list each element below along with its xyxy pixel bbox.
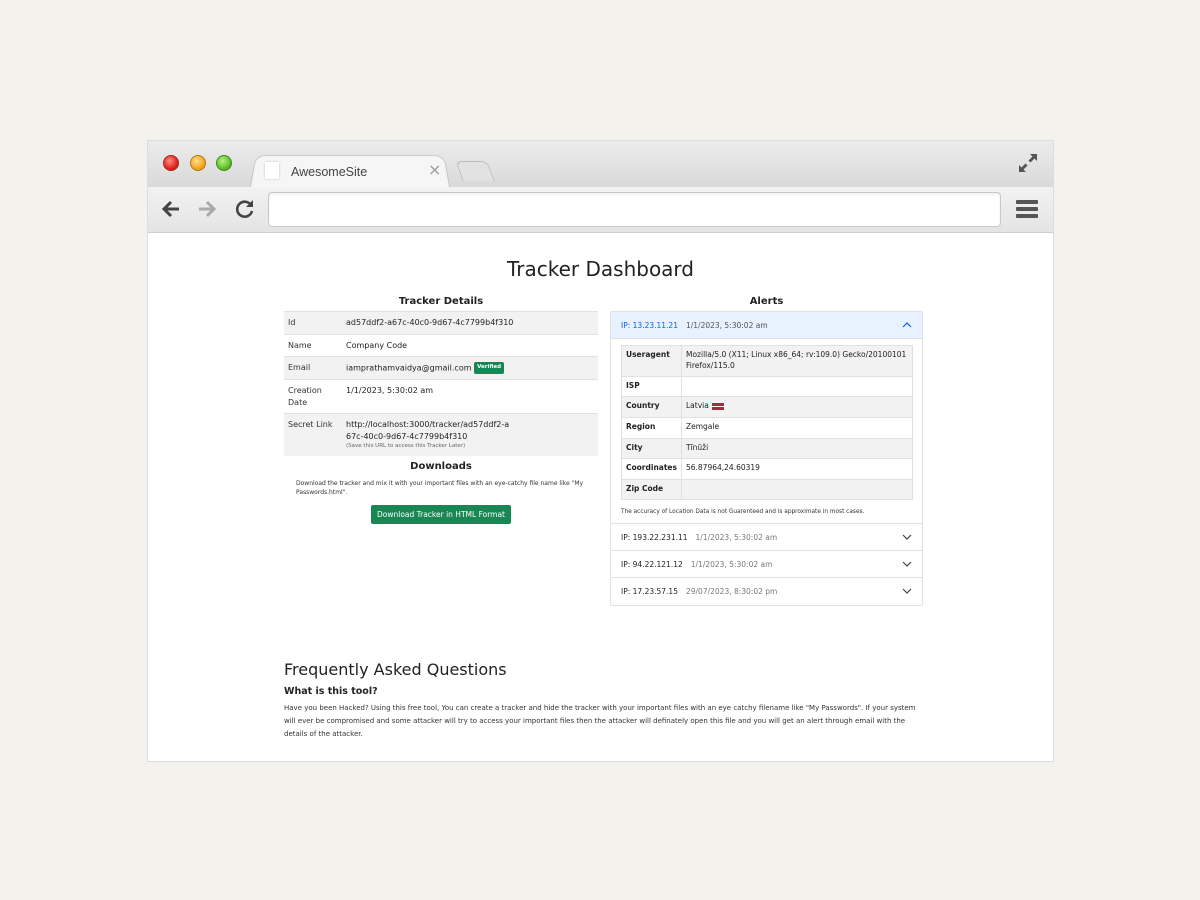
hamburger-menu-icon[interactable] bbox=[1016, 200, 1038, 219]
faq-question: What is this tool? bbox=[284, 686, 378, 697]
reload-icon[interactable] bbox=[234, 198, 256, 220]
alert-time: 1/1/2023, 5:30:02 am bbox=[695, 533, 778, 543]
page-content: Tracker Dashboard Tracker Details Id ad5… bbox=[148, 233, 1053, 761]
table-row: Country Latvia bbox=[621, 396, 914, 418]
chevron-down-icon bbox=[902, 561, 912, 568]
detail-value-cell: http://localhost:3000/tracker/ad57ddf2-a… bbox=[342, 413, 598, 456]
table-row: City Tīnūži bbox=[621, 437, 914, 460]
alert-value bbox=[680, 478, 914, 501]
detail-key: Id bbox=[284, 311, 342, 335]
alerts-section: Alerts IP: 13.23.11.21 1/1/2023, 5:30:02 … bbox=[610, 296, 923, 607]
table-row: Coordinates 56.87964,24.60319 bbox=[621, 458, 914, 480]
forward-arrow-icon[interactable] bbox=[196, 198, 218, 220]
alert-item-header[interactable]: IP: 13.23.11.21 1/1/2023, 5:30:02 am bbox=[611, 312, 922, 339]
table-row: Creation Date 1/1/2023, 5:30:02 am bbox=[284, 379, 598, 414]
detail-key: Creation Date bbox=[284, 379, 342, 414]
minimize-window-button[interactable] bbox=[190, 155, 206, 171]
title-bar: AwesomeSite × bbox=[148, 141, 1053, 187]
secret-link[interactable]: http://localhost:3000/tracker/ad57ddf2-a… bbox=[346, 419, 511, 442]
alerts-heading: Alerts bbox=[749, 296, 784, 307]
maximize-window-button[interactable] bbox=[216, 155, 232, 171]
alert-ip: IP: 17.23.57.15 bbox=[621, 587, 678, 597]
latvia-flag-icon bbox=[711, 402, 724, 410]
table-row: Secret Link http://localhost:3000/tracke… bbox=[284, 413, 598, 456]
alert-time: 1/1/2023, 5:30:02 am bbox=[685, 321, 768, 330]
alert-item-header[interactable]: IP: 94.22.121.12 1/1/2023, 5:30:02 am bbox=[611, 551, 922, 579]
tracker-details-heading: Tracker Details bbox=[398, 296, 484, 307]
tracker-details-table: Id ad57ddf2-a67c-40c0-9d67-4c7799b4f310 … bbox=[284, 311, 598, 456]
table-row: Useragent Mozilla/5.0 (X11; Linux x86_64… bbox=[621, 345, 914, 377]
alert-key: ISP bbox=[621, 375, 682, 398]
tab-close-icon[interactable]: × bbox=[428, 160, 441, 179]
downloads-section: Downloads Download the tracker and mix i… bbox=[284, 461, 598, 524]
alerts-accordion: IP: 13.23.11.21 1/1/2023, 5:30:02 am User… bbox=[610, 311, 923, 607]
page-icon bbox=[265, 162, 279, 179]
faq-section: Frequently Asked Questions What is this … bbox=[284, 660, 924, 741]
secret-link-note: (Save this URL to access this Tracker La… bbox=[346, 442, 466, 449]
alert-time: 1/1/2023, 5:30:02 am bbox=[690, 560, 773, 570]
alert-key: City bbox=[621, 437, 682, 460]
alert-time: 29/07/2023, 8:30:02 pm bbox=[685, 587, 778, 597]
verified-badge: Verified bbox=[474, 362, 505, 375]
address-bar[interactable] bbox=[268, 192, 1001, 227]
fullscreen-icon[interactable] bbox=[1016, 151, 1040, 175]
alert-ip: IP: 94.22.121.12 bbox=[621, 560, 683, 570]
close-window-button[interactable] bbox=[163, 155, 179, 171]
email-value: iamprathamvaidya@gmail.com bbox=[346, 363, 472, 373]
tracker-details-section: Tracker Details Id ad57ddf2-a67c-40c0-9d… bbox=[284, 296, 598, 456]
alert-value bbox=[680, 375, 914, 398]
download-tracker-button[interactable]: Download Tracker in HTML Format bbox=[371, 505, 511, 524]
page-title: Tracker Dashboard bbox=[506, 257, 694, 281]
location-accuracy-note: The accuracy of Location Data is not Gua… bbox=[621, 509, 865, 516]
browser-window: AwesomeSite × Tracker Dashboard Tracker … bbox=[148, 141, 1053, 761]
alert-value-cell: Latvia bbox=[680, 396, 914, 418]
alert-value: Tīnūži bbox=[680, 437, 914, 460]
alert-details-table: Useragent Mozilla/5.0 (X11; Linux x86_64… bbox=[621, 345, 914, 501]
downloads-description: Download the tracker and mix it with you… bbox=[296, 480, 584, 496]
alert-value: Zemgale bbox=[680, 416, 914, 439]
alert-key: Zip Code bbox=[621, 478, 682, 501]
new-tab-button[interactable] bbox=[455, 161, 495, 181]
detail-value: Company Code bbox=[342, 333, 598, 357]
alert-item-header[interactable]: IP: 17.23.57.15 29/07/2023, 8:30:02 pm bbox=[611, 578, 922, 605]
alert-ip: IP: 13.23.11.21 bbox=[621, 321, 678, 330]
chevron-up-icon bbox=[902, 322, 912, 328]
table-row: Name Company Code bbox=[284, 333, 598, 357]
alert-key: Coordinates bbox=[621, 458, 682, 480]
table-row: Email iamprathamvaidya@gmail.com Verifie… bbox=[284, 356, 598, 380]
table-row: ISP bbox=[621, 375, 914, 398]
downloads-heading: Downloads bbox=[410, 461, 472, 472]
detail-value: ad57ddf2-a67c-40c0-9d67-4c7799b4f310 bbox=[342, 311, 598, 335]
detail-key: Name bbox=[284, 333, 342, 357]
alert-ip: IP: 193.22.231.11 bbox=[621, 533, 688, 543]
browser-toolbar bbox=[148, 187, 1053, 233]
alert-key: Country bbox=[621, 396, 682, 418]
browser-tab-content: AwesomeSite × bbox=[263, 157, 443, 187]
alert-item-header[interactable]: IP: 193.22.231.11 1/1/2023, 5:30:02 am bbox=[611, 524, 922, 552]
alert-key: Region bbox=[621, 416, 682, 439]
chevron-down-icon bbox=[902, 534, 912, 541]
alert-value: Mozilla/5.0 (X11; Linux x86_64; rv:109.0… bbox=[680, 345, 914, 377]
table-row: Zip Code bbox=[621, 478, 914, 501]
faq-answer: Have you been Hacked? Using this free to… bbox=[284, 704, 916, 738]
detail-value: 1/1/2023, 5:30:02 am bbox=[342, 379, 598, 414]
table-row: Id ad57ddf2-a67c-40c0-9d67-4c7799b4f310 bbox=[284, 311, 598, 335]
detail-key: Email bbox=[284, 356, 342, 380]
faq-heading: Frequently Asked Questions bbox=[284, 660, 507, 679]
detail-value-cell: iamprathamvaidya@gmail.com Verified bbox=[342, 356, 598, 380]
alert-value: 56.87964,24.60319 bbox=[680, 458, 914, 480]
alert-item-body: Useragent Mozilla/5.0 (X11; Linux x86_64… bbox=[611, 339, 922, 525]
back-arrow-icon[interactable] bbox=[160, 198, 182, 220]
country-value: Latvia bbox=[685, 401, 709, 411]
chevron-down-icon bbox=[902, 588, 912, 595]
alert-key: Useragent bbox=[621, 345, 682, 377]
tab-title: AwesomeSite bbox=[291, 165, 368, 179]
table-row: Region Zemgale bbox=[621, 416, 914, 439]
detail-key: Secret Link bbox=[284, 413, 342, 456]
